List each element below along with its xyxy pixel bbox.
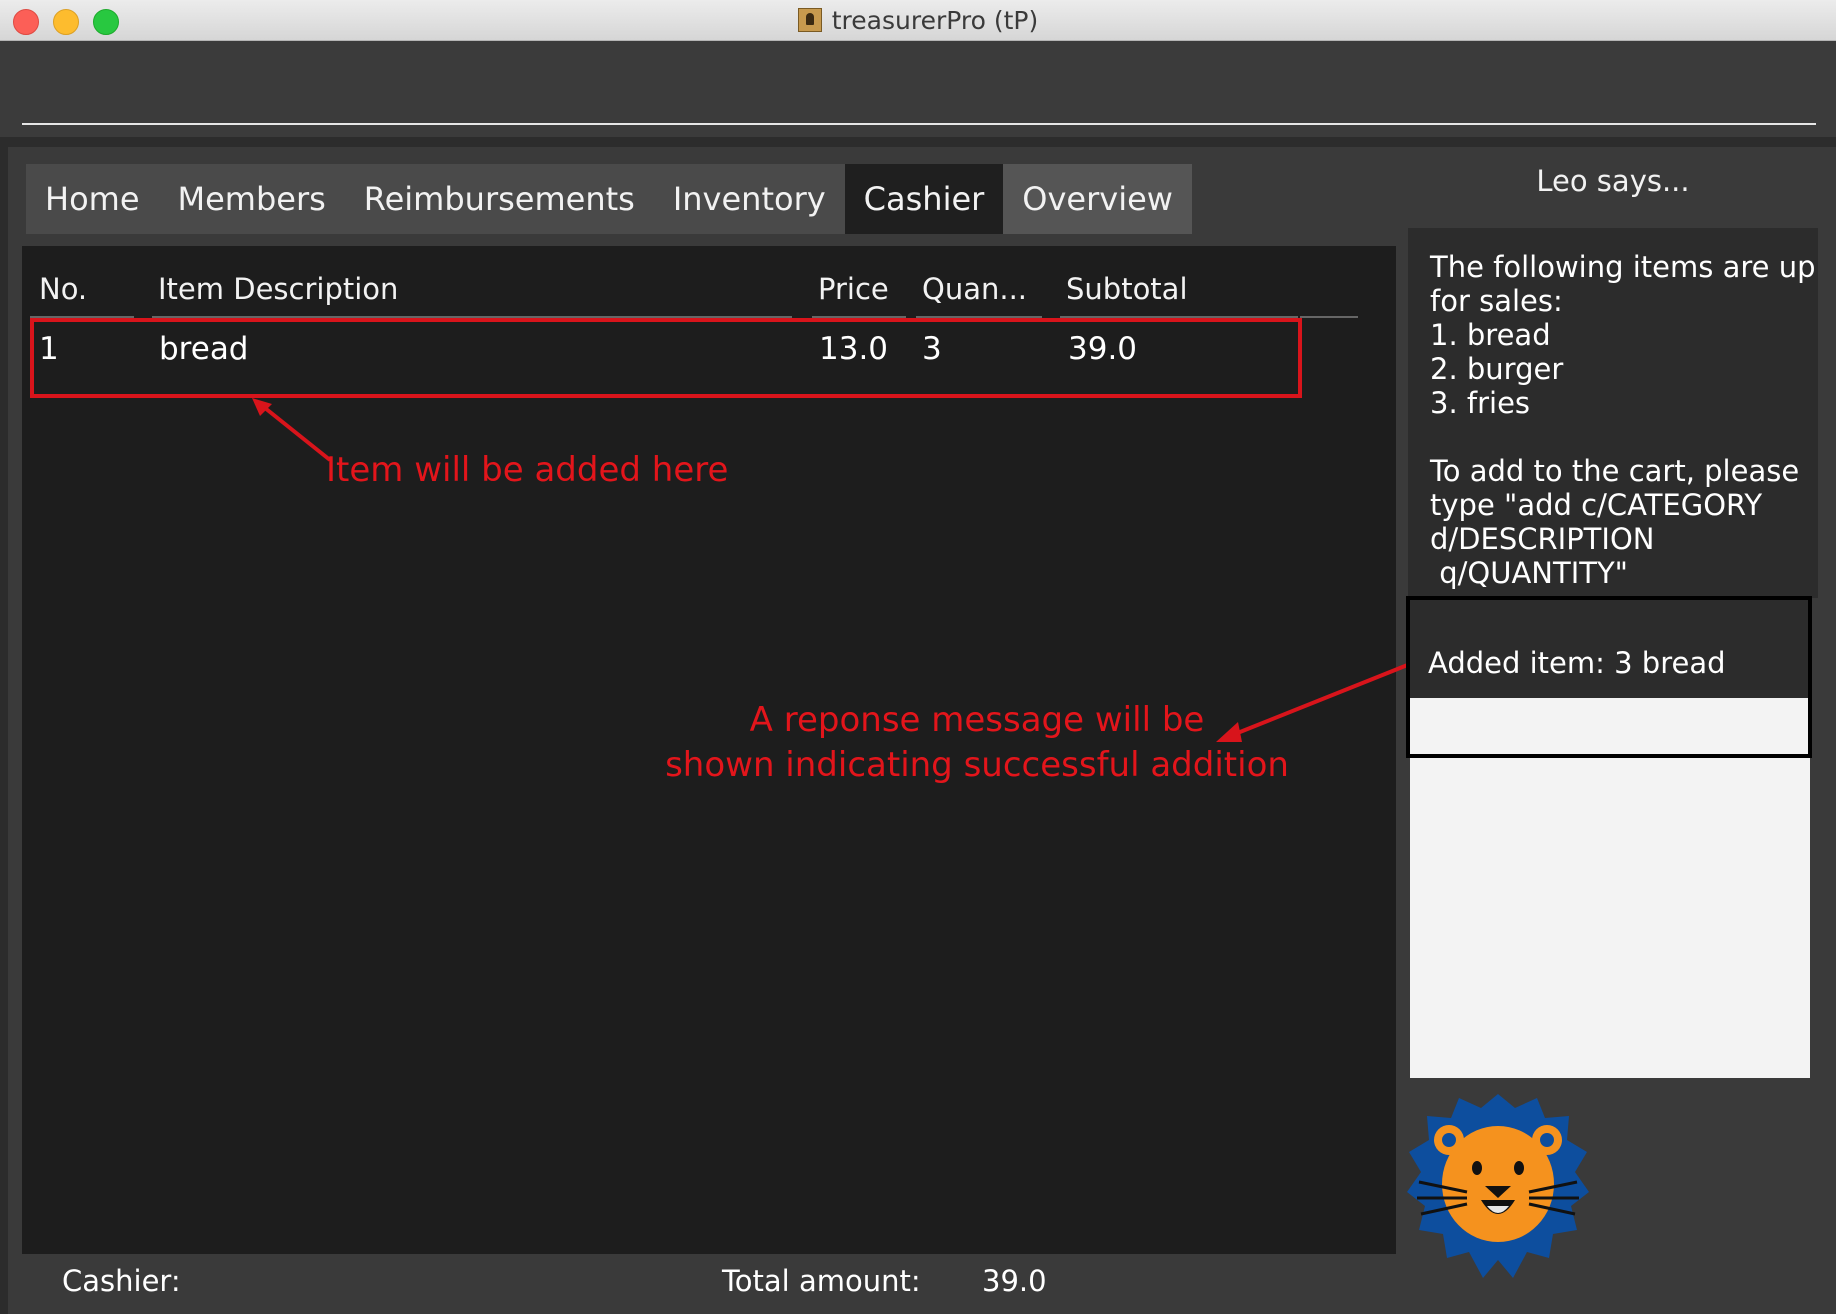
row-annotation-text: Item will be added here	[326, 450, 729, 490]
tab-reimbursements[interactable]: Reimbursements	[345, 164, 654, 234]
lion-mascot-icon	[1407, 1094, 1589, 1278]
help-message-line: To add to the cart, please	[1430, 454, 1800, 488]
command-input[interactable]	[1410, 758, 1810, 1078]
app-icon	[797, 8, 822, 32]
response-annotation-line: A reponse message will be	[749, 700, 1205, 740]
column-header-no[interactable]: No.	[39, 272, 87, 306]
cart-table: No. Item Description Price Quan... Subto…	[22, 246, 1421, 1254]
menu-band	[0, 41, 1836, 137]
help-message-line: type "add c/CATEGORY	[1430, 488, 1763, 522]
response-annotation-line: shown indicating successful addition	[665, 745, 1289, 785]
help-message-line: for sales:	[1430, 284, 1563, 318]
tab-members[interactable]: Members	[159, 164, 345, 234]
window-title: treasurerPro (tP)	[831, 5, 1039, 35]
tab-home[interactable]: Home	[26, 164, 159, 234]
help-message-line: The following items are up	[1430, 250, 1816, 284]
help-message-line: 2. burger	[1430, 352, 1564, 386]
command-box-top[interactable]	[1410, 698, 1808, 754]
total-amount-label: Total amount:	[722, 1264, 921, 1298]
result-display: Added item: 3 bread	[1406, 596, 1812, 758]
window-title-wrap: treasurerPro (tP)	[0, 0, 1836, 40]
tab-bar: Home Members Reimbursements Inventory Ca…	[26, 164, 1192, 234]
title-bar: treasurerPro (tP)	[0, 0, 1836, 41]
column-header-quantity[interactable]: Quan...	[922, 272, 1027, 306]
help-message-line: q/QUANTITY"	[1430, 556, 1629, 590]
help-message-line: d/DESCRIPTION	[1430, 522, 1655, 556]
column-header-description[interactable]: Item Description	[158, 272, 398, 306]
help-message-box: The following items are up for sales: 1.…	[1408, 228, 1818, 598]
column-header-price[interactable]: Price	[818, 272, 889, 306]
response-annotation-text: A reponse message will be shown indicati…	[662, 698, 1292, 788]
help-message-line: 1. bread	[1430, 318, 1551, 352]
total-amount-value: 39.0	[982, 1264, 1047, 1298]
header-underline	[1300, 316, 1358, 318]
result-message: Added item: 3 bread	[1428, 646, 1726, 680]
leo-says-label: Leo says...	[1536, 164, 1690, 198]
row-highlight-box	[30, 318, 1302, 398]
tab-overview[interactable]: Overview	[1003, 164, 1192, 234]
cashier-label: Cashier:	[62, 1264, 181, 1298]
help-message-line: 3. fries	[1430, 386, 1531, 420]
menu-divider	[22, 123, 1816, 125]
column-header-subtotal[interactable]: Subtotal	[1066, 272, 1188, 306]
tab-inventory[interactable]: Inventory	[654, 164, 845, 234]
tab-cashier[interactable]: Cashier	[844, 164, 1004, 234]
